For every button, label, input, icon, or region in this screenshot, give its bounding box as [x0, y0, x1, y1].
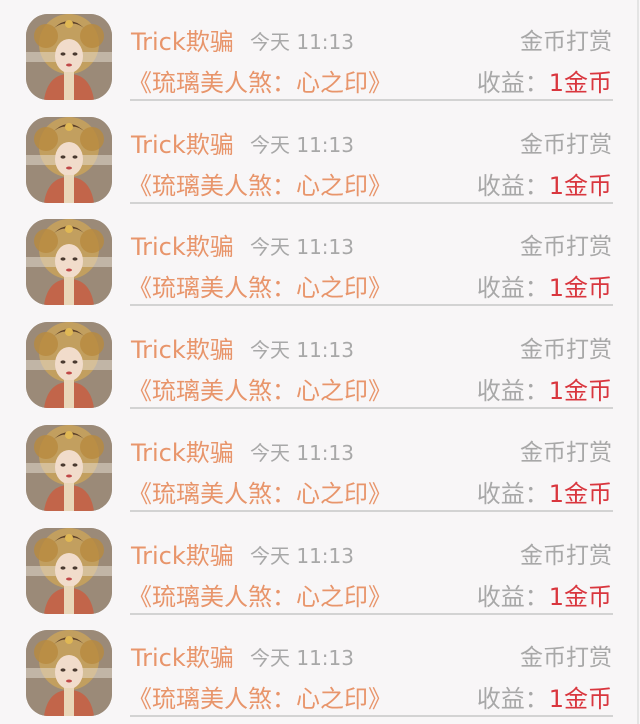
avatar-illustration-icon [26, 14, 112, 100]
reward-record-list: Trick欺骗 今天 11:13 金币打赏 《琉璃美人煞：心之印》 收益：1金币 [0, 0, 640, 724]
avatar-illustration-icon [26, 219, 112, 306]
sender-name: Trick欺骗 [131, 130, 234, 159]
earning-amount: 1金币 [548, 171, 612, 200]
reward-record-item[interactable]: Trick欺骗 今天 11:13 金币打赏 《琉璃美人煞：心之印》 收益：1金币 [0, 514, 640, 617]
avatar[interactable] [26, 322, 112, 409]
sender-name: Trick欺骗 [131, 336, 234, 365]
divider [130, 304, 613, 307]
timestamp: 今天 11:13 [250, 338, 354, 363]
earning-info: 收益：1金币 [477, 577, 612, 612]
divider [130, 509, 613, 512]
timestamp: 今天 11:13 [250, 543, 354, 568]
avatar[interactable] [26, 116, 112, 203]
divider [130, 407, 613, 410]
reward-record-item[interactable]: Trick欺骗 今天 11:13 金币打赏 《琉璃美人煞：心之印》 收益：1金币 [0, 0, 640, 103]
divider [130, 201, 613, 204]
timestamp: 今天 11:13 [250, 440, 354, 465]
divider [130, 612, 613, 615]
earning-info: 收益：1金币 [477, 371, 612, 406]
divider [130, 99, 613, 101]
book-title[interactable]: 《琉璃美人煞：心之印》 [128, 474, 392, 509]
earning-info: 收益：1金币 [477, 63, 612, 98]
earning-amount: 1金币 [548, 582, 612, 611]
reward-type-label: 金币打赏 [520, 131, 612, 158]
avatar[interactable] [26, 630, 112, 717]
earning-amount: 1金币 [548, 377, 612, 406]
earning-info: 收益：1金币 [477, 474, 612, 509]
reward-type-label: 金币打赏 [520, 542, 612, 569]
avatar[interactable] [26, 219, 112, 306]
sender-name: Trick欺骗 [131, 28, 234, 56]
sender-name: Trick欺骗 [131, 541, 234, 570]
earning-amount: 1金币 [548, 69, 612, 97]
reward-record-item[interactable]: Trick欺骗 今天 11:13 金币打赏 《琉璃美人煞：心之印》 收益：1金币 [0, 616, 640, 719]
sender-name: Trick欺骗 [131, 233, 234, 262]
divider [130, 715, 613, 718]
avatar-illustration-icon [26, 322, 112, 409]
reward-record-item[interactable]: Trick欺骗 今天 11:13 金币打赏 《琉璃美人煞：心之印》 收益：1金币 [0, 411, 640, 514]
avatar[interactable] [26, 424, 112, 511]
book-title[interactable]: 《琉璃美人煞：心之印》 [128, 63, 392, 98]
sender-name: Trick欺骗 [131, 644, 234, 673]
book-title[interactable]: 《琉璃美人煞：心之印》 [128, 679, 392, 714]
timestamp: 今天 11:13 [250, 646, 354, 671]
earning-label: 收益： [476, 69, 549, 97]
earning-label: 收益： [476, 479, 549, 508]
reward-type-label: 金币打赏 [520, 337, 612, 364]
avatar-illustration-icon [26, 424, 112, 511]
reward-type-label: 金币打赏 [520, 439, 612, 466]
earning-amount: 1金币 [548, 685, 612, 714]
reward-record-item[interactable]: Trick欺骗 今天 11:13 金币打赏 《琉璃美人煞：心之印》 收益：1金币 [0, 205, 640, 308]
book-title[interactable]: 《琉璃美人煞：心之印》 [128, 371, 392, 406]
earning-label: 收益： [476, 171, 549, 200]
reward-type-label: 金币打赏 [520, 29, 612, 55]
earning-info: 收益：1金币 [477, 166, 612, 201]
earning-info: 收益：1金币 [477, 268, 612, 303]
avatar-illustration-icon [26, 527, 112, 614]
avatar[interactable] [26, 527, 112, 614]
reward-type-label: 金币打赏 [520, 234, 612, 261]
timestamp: 今天 11:13 [250, 235, 354, 260]
avatar-illustration-icon [26, 630, 112, 717]
earning-label: 收益： [476, 685, 549, 714]
reward-record-item[interactable]: Trick欺骗 今天 11:13 金币打赏 《琉璃美人煞：心之印》 收益：1金币 [0, 308, 640, 411]
earning-amount: 1金币 [548, 274, 612, 303]
earning-amount: 1金币 [548, 479, 612, 508]
book-title[interactable]: 《琉璃美人煞：心之印》 [128, 268, 392, 303]
earning-label: 收益： [476, 274, 549, 303]
book-title[interactable]: 《琉璃美人煞：心之印》 [128, 166, 392, 201]
earning-info: 收益：1金币 [477, 679, 612, 714]
timestamp: 今天 11:13 [250, 132, 354, 157]
avatar[interactable] [26, 14, 112, 100]
timestamp: 今天 11:13 [250, 30, 354, 54]
avatar-illustration-icon [26, 116, 112, 203]
earning-label: 收益： [476, 582, 549, 611]
book-title[interactable]: 《琉璃美人煞：心之印》 [128, 577, 392, 612]
earning-label: 收益： [476, 377, 549, 406]
reward-record-item[interactable]: Trick欺骗 今天 11:13 金币打赏 《琉璃美人煞：心之印》 收益：1金币 [0, 103, 640, 206]
reward-type-label: 金币打赏 [520, 645, 612, 672]
sender-name: Trick欺骗 [131, 438, 234, 467]
